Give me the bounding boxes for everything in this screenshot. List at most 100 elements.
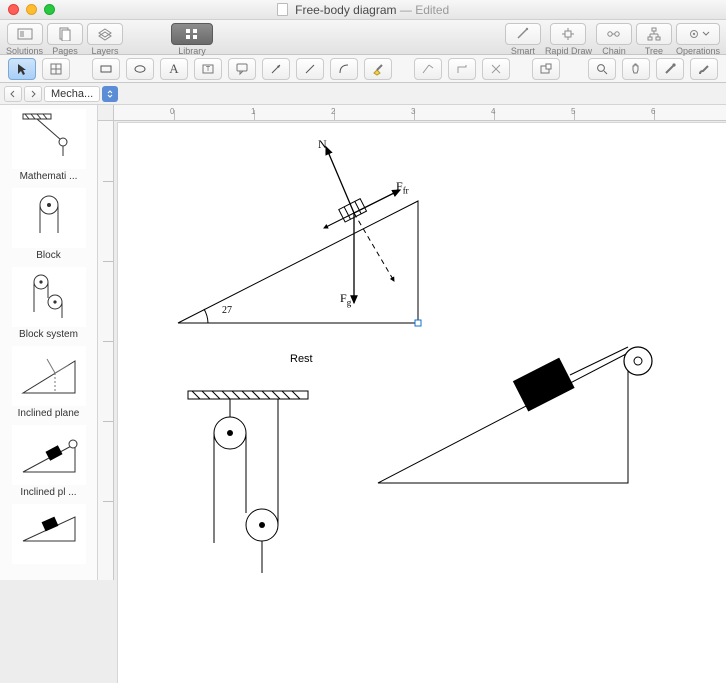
crop-icon [489, 62, 503, 76]
layers-label: Layers [92, 46, 119, 56]
drawing-page[interactable]: N Ffr Fg 27 Rest [118, 123, 726, 683]
pan-button[interactable] [622, 58, 650, 80]
minimize-window-button[interactable] [26, 4, 37, 15]
smart-group: Smart [505, 23, 541, 56]
stencil-block-system[interactable]: Block system [6, 265, 92, 340]
rectangle-icon [99, 62, 113, 76]
layers-button[interactable] [87, 23, 123, 45]
chain-label: Chain [602, 46, 626, 56]
rapid-draw-group: Rapid Draw [545, 23, 592, 56]
stencil-label: Mathemati ... [6, 171, 92, 182]
dimension-tool[interactable] [414, 58, 442, 80]
ruler-vertical[interactable] [98, 121, 114, 580]
insert-icon [539, 62, 553, 76]
brush-button[interactable] [690, 58, 718, 80]
nav-forward-button[interactable] [24, 86, 42, 102]
tree-button[interactable] [636, 23, 672, 45]
svg-text:T: T [206, 66, 211, 73]
main-toolbar: Solutions Pages Layers Library Smart Rap… [0, 20, 726, 55]
line-icon [303, 62, 317, 76]
view-tools [588, 58, 718, 80]
label-normal: N [318, 137, 327, 152]
search-button[interactable] [588, 58, 616, 80]
window-title: Free-body diagram — Edited [0, 3, 726, 17]
highlighter-icon [371, 62, 385, 76]
stencil-block[interactable]: Block [6, 186, 92, 261]
stencil-inclined-plane[interactable]: Inclined plane [6, 344, 92, 419]
close-window-button[interactable] [8, 4, 19, 15]
search-icon [595, 62, 609, 76]
line-tool[interactable] [296, 58, 324, 80]
label-friction: Ffr [396, 179, 409, 195]
stencil-thumb [12, 504, 86, 564]
arrow-tool[interactable] [262, 58, 290, 80]
stencil-label: Inclined plane [6, 408, 92, 419]
stencil-label: Block system [6, 329, 92, 340]
operations-group: Operations [676, 23, 720, 56]
arrow-icon [269, 62, 283, 76]
smart-label: Smart [511, 46, 535, 56]
library-breadcrumb[interactable]: Mecha... [44, 86, 100, 102]
stencil-sidebar: Mathemati ... Block [0, 105, 98, 580]
dimension-icon [421, 62, 435, 76]
zoom-window-button[interactable] [44, 4, 55, 15]
pointer-tool[interactable] [8, 58, 36, 80]
insert-object-tool[interactable] [532, 58, 560, 80]
ruler-corner [98, 105, 114, 121]
solutions-label: Solutions [6, 46, 43, 56]
chevron-right-icon [29, 90, 37, 98]
pages-label: Pages [52, 46, 78, 56]
chain-button[interactable] [596, 23, 632, 45]
nav-back-button[interactable] [4, 86, 22, 102]
eyedropper-button[interactable] [656, 58, 684, 80]
stencil-inclined-loaded-2[interactable] [6, 502, 92, 566]
brush-icon [697, 62, 711, 76]
stencil-inclined-loaded[interactable]: Inclined pl ... [6, 423, 92, 498]
chain-icon [606, 27, 622, 41]
crop-tool[interactable] [482, 58, 510, 80]
pointer-icon [15, 62, 29, 76]
label-angle: 27 [222, 305, 232, 316]
connector-tool[interactable] [448, 58, 476, 80]
chain-group: Chain [596, 23, 632, 56]
curve-tool[interactable] [330, 58, 358, 80]
library-button[interactable] [171, 23, 213, 45]
gear-icon [686, 27, 702, 41]
operations-button[interactable] [676, 23, 720, 45]
library-dropdown[interactable] [102, 86, 118, 102]
work-area: Mathemati ... Block [0, 105, 726, 580]
text-tool[interactable]: A [160, 58, 188, 80]
solutions-icon [17, 27, 33, 41]
free-body-diagram-svg [118, 123, 726, 683]
tree-icon [646, 27, 662, 41]
rapid-draw-button[interactable] [550, 23, 586, 45]
ruler-horizontal[interactable]: 0 1 2 3 4 5 6 [114, 105, 726, 121]
grid-tool[interactable] [42, 58, 70, 80]
rapid-draw-label: Rapid Draw [545, 46, 592, 56]
ellipse-icon [133, 62, 147, 76]
tree-group: Tree [636, 23, 672, 56]
stencil-thumb [12, 267, 86, 327]
pages-button[interactable] [47, 23, 83, 45]
rect-shape-tool[interactable] [92, 58, 120, 80]
connector-icon [455, 62, 469, 76]
stencil-label: Inclined pl ... [6, 487, 92, 498]
ellipse-shape-tool[interactable] [126, 58, 154, 80]
callout-tool[interactable] [228, 58, 256, 80]
text-A-icon: A [169, 61, 178, 77]
dropdown-arrows-icon [106, 90, 114, 98]
library-label: Library [178, 46, 206, 56]
eyedropper-icon [663, 62, 677, 76]
highlighter-tool[interactable] [364, 58, 392, 80]
callout-icon [235, 62, 249, 76]
smart-button[interactable] [505, 23, 541, 45]
stencil-thumb [12, 188, 86, 248]
stencil-mathematical[interactable]: Mathemati ... [6, 107, 92, 182]
hand-icon [629, 62, 643, 76]
textbox-tool[interactable]: T [194, 58, 222, 80]
solutions-button[interactable] [7, 23, 43, 45]
format-toolbar: A T [0, 55, 726, 83]
grid-icon [49, 62, 63, 76]
document-title: Free-body diagram [295, 3, 396, 17]
library-group: Library [171, 23, 213, 56]
